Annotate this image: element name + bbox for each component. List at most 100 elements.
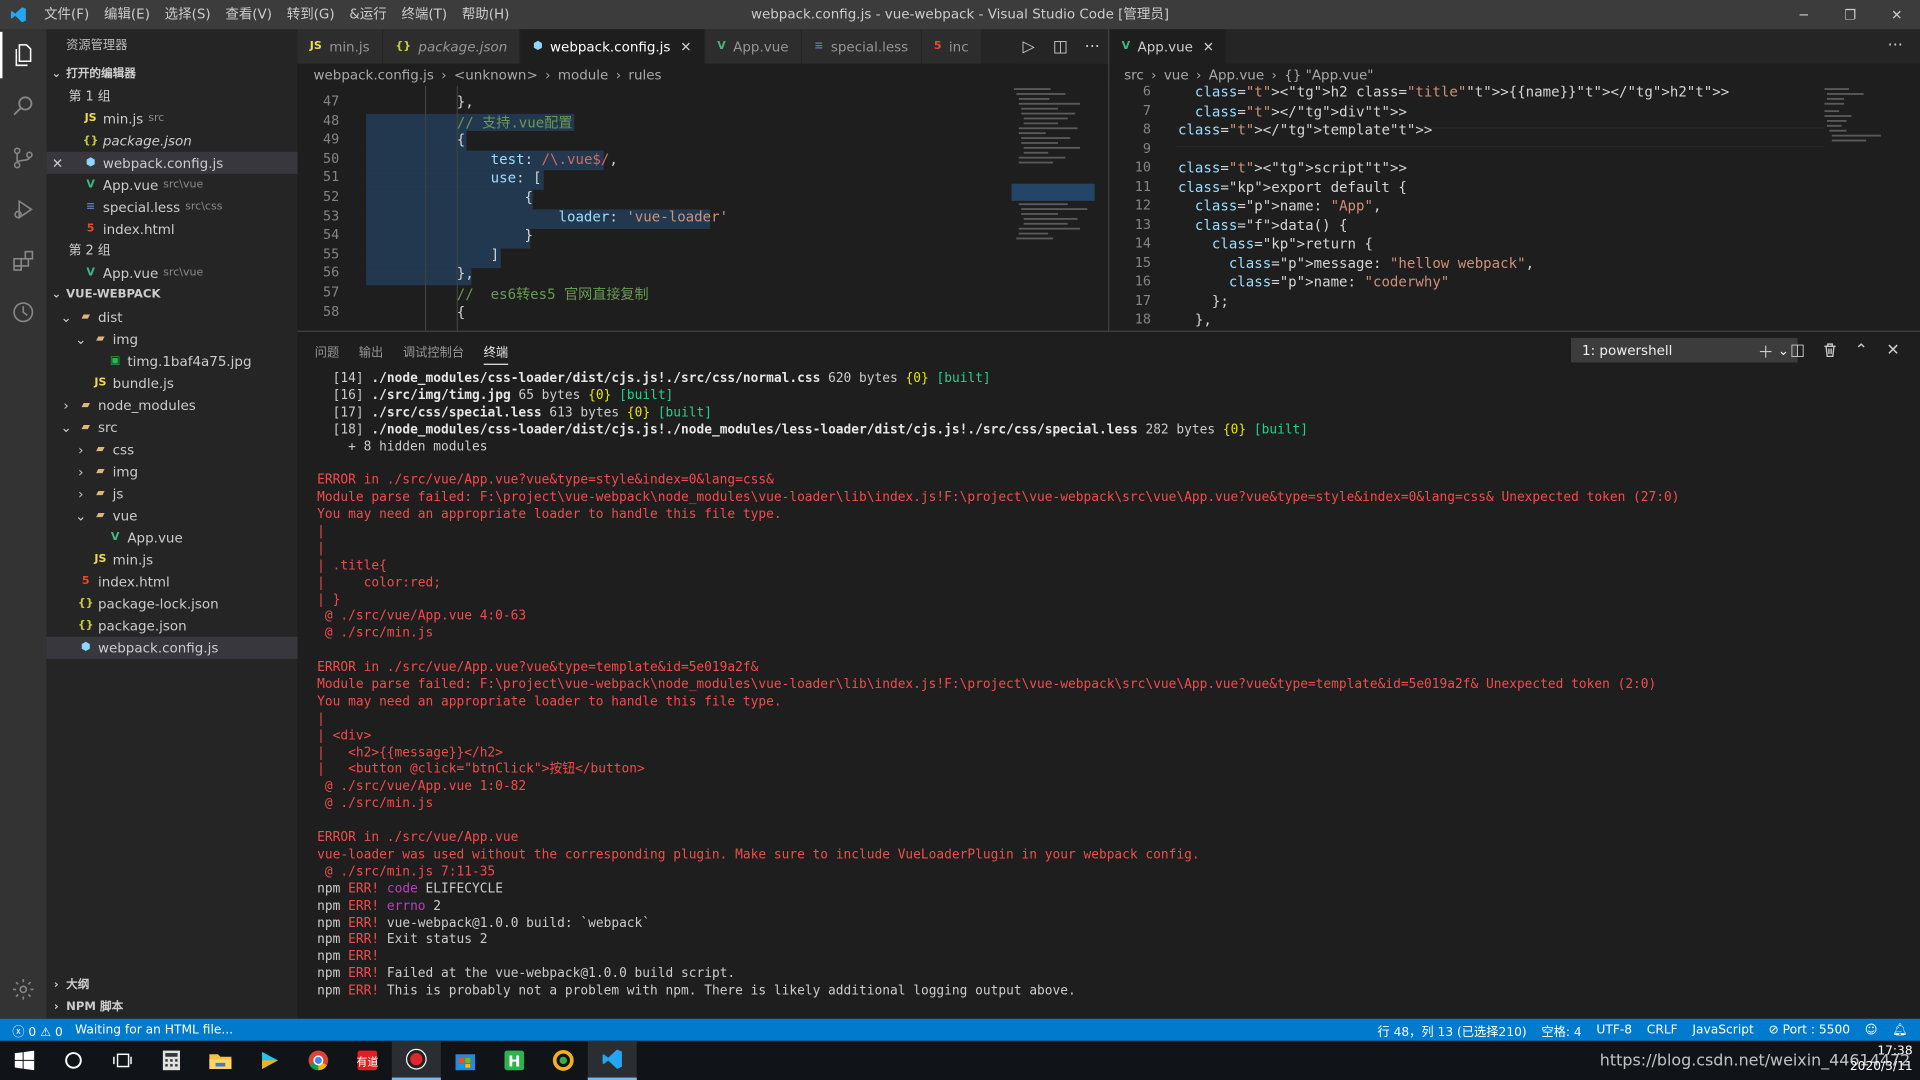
breadcrumb-item[interactable]: App.vue: [1209, 67, 1264, 83]
editor-tab[interactable]: {} package.json: [383, 29, 521, 64]
tree-item[interactable]: › ▰ js: [47, 482, 298, 504]
breadcrumb-item[interactable]: vue: [1164, 67, 1189, 83]
open-editor-item[interactable]: ✕ ⬢ webpack.config.js: [46, 151, 298, 174]
indentation[interactable]: 空格: 4: [1541, 1021, 1581, 1039]
editor-tab[interactable]: 5 inc: [921, 29, 983, 64]
close-window-icon[interactable]: ✕: [1873, 0, 1920, 29]
menu-item[interactable]: 编辑(E): [97, 0, 158, 29]
close-tab-icon[interactable]: ✕: [1203, 39, 1214, 55]
project-header[interactable]: ⌄ VUE-WEBPACK: [47, 284, 298, 306]
timeline-icon[interactable]: [0, 289, 47, 336]
code-editor-right[interactable]: 6 class="t"><"tg">h2 class="title""t">>{…: [1109, 85, 1920, 331]
maximize-panel-icon[interactable]: ⌃: [1845, 338, 1877, 362]
minimap-right[interactable]: [1822, 86, 1895, 147]
vscode-taskbar-icon[interactable]: [587, 1040, 637, 1080]
source-control-icon[interactable]: [0, 135, 47, 182]
menu-item[interactable]: 帮助(H): [454, 0, 516, 29]
cursor-position[interactable]: 行 48，列 13 (已选择210): [1377, 1021, 1526, 1039]
new-terminal-icon[interactable]: ＋: [1750, 338, 1782, 362]
tree-item[interactable]: › ▰ css: [47, 438, 298, 460]
menu-item[interactable]: &运行: [342, 0, 394, 29]
close-panel-icon[interactable]: ✕: [1877, 338, 1909, 362]
tree-item[interactable]: ⌄ ▰ dist: [47, 306, 298, 328]
more-actions-icon[interactable]: ···: [1888, 37, 1903, 55]
run-icon[interactable]: ▷: [1013, 37, 1045, 55]
youdao-icon[interactable]: 有道: [343, 1041, 392, 1080]
more-actions-icon[interactable]: ···: [1076, 37, 1108, 55]
windows-start-icon[interactable]: [0, 1041, 49, 1080]
encoding[interactable]: UTF-8: [1596, 1023, 1632, 1036]
settings-gear-icon[interactable]: [0, 966, 47, 1013]
tree-item[interactable]: ⌄ ▰ vue: [47, 504, 298, 526]
code-editor-left[interactable]: 47}, 48 // 支持.vue配置 49 {50 test: /\.vue$/, 51…: [297, 85, 1109, 331]
open-editor-item[interactable]: {} package.json: [47, 130, 298, 152]
media-player-icon[interactable]: [245, 1041, 294, 1080]
store-icon[interactable]: [441, 1041, 490, 1080]
screen-recorder-icon[interactable]: [391, 1040, 441, 1080]
editor-tab[interactable]: ⬢ webpack.config.js ✕: [520, 29, 706, 64]
task-view-icon[interactable]: [98, 1041, 147, 1080]
panel-tab[interactable]: 问题: [315, 342, 339, 365]
open-editors-header[interactable]: ⌄ 打开的编辑器: [47, 64, 298, 86]
tab-app-vue-right[interactable]: V App.vue ✕: [1109, 29, 1228, 64]
live-server-port[interactable]: ⊘ Port : 5500: [1769, 1023, 1851, 1036]
tree-item[interactable]: JS min.js: [47, 549, 298, 571]
editor-tab[interactable]: V App.vue: [705, 29, 803, 64]
editor-tab[interactable]: JS min.js: [297, 29, 384, 64]
panel-tab[interactable]: 终端: [483, 342, 509, 365]
notifications-bell-icon[interactable]: 🔔︎: [1892, 1023, 1908, 1036]
problems-indicator[interactable]: ⓧ 0 ⚠ 0: [12, 1021, 63, 1039]
tree-item[interactable]: › ▰ img: [47, 460, 298, 482]
panel-tab[interactable]: 调试控制台: [403, 342, 464, 365]
open-editor-item[interactable]: 5 index.html: [47, 218, 298, 240]
chrome-icon[interactable]: [294, 1041, 343, 1080]
extensions-icon[interactable]: [0, 238, 47, 285]
split-terminal-icon[interactable]: ◫: [1782, 338, 1814, 362]
editor-tab[interactable]: ≡ special.less: [802, 29, 922, 64]
tree-item[interactable]: {} package-lock.json: [47, 593, 298, 615]
breadcrumb-item[interactable]: <unknown>: [454, 67, 538, 83]
breadcrumb-item[interactable]: {} "App.vue": [1284, 67, 1373, 83]
breadcrumb-item[interactable]: src: [1124, 67, 1144, 83]
split-editor-icon[interactable]: ◫: [1044, 37, 1076, 55]
app-green-icon[interactable]: [539, 1041, 588, 1080]
close-tab-icon[interactable]: ✕: [680, 39, 691, 55]
explorer-icon[interactable]: [0, 31, 47, 79]
minimap-left[interactable]: [1011, 86, 1097, 245]
open-editor-item[interactable]: ≡ special.less src\css: [47, 196, 298, 218]
open-editor-item[interactable]: V App.vue src\vue: [47, 174, 298, 196]
npm-scripts-header[interactable]: › NPM 脚本: [47, 997, 298, 1019]
file-explorer-icon[interactable]: [196, 1041, 245, 1080]
hbuilder-icon[interactable]: H: [490, 1041, 539, 1080]
panel-tab[interactable]: 输出: [359, 342, 383, 365]
tree-item[interactable]: › ▰ node_modules: [47, 394, 298, 416]
breadcrumb-item[interactable]: module: [558, 67, 608, 83]
calculator-icon[interactable]: [147, 1041, 196, 1080]
menu-item[interactable]: 转到(G): [279, 0, 342, 29]
restore-icon[interactable]: ❐: [1827, 0, 1874, 29]
feedback-icon[interactable]: ☺: [1865, 1023, 1878, 1036]
tree-item[interactable]: JS bundle.js: [47, 372, 298, 394]
tree-item[interactable]: ▣ timg.1baf4a75.jpg: [47, 350, 298, 372]
minimize-icon[interactable]: ─: [1780, 0, 1827, 29]
outline-header[interactable]: › 大纲: [47, 975, 298, 997]
tree-item[interactable]: ⌄ ▰ src: [47, 416, 298, 438]
open-editor-item[interactable]: V App.vue src\vue: [47, 262, 298, 284]
tree-item[interactable]: 5 index.html: [47, 571, 298, 593]
menu-item[interactable]: 选择(S): [157, 0, 218, 29]
tree-item[interactable]: ⬢ webpack.config.js: [46, 636, 298, 659]
menu-item[interactable]: 文件(F): [37, 0, 97, 29]
trash-icon[interactable]: [1813, 338, 1845, 362]
breadcrumb-item[interactable]: webpack.config.js: [313, 67, 433, 83]
run-debug-icon[interactable]: [0, 186, 47, 233]
menu-item[interactable]: 终端(T): [394, 0, 454, 29]
breadcrumb-item[interactable]: rules: [628, 67, 661, 83]
terminal-output[interactable]: [14] ./node_modules/css-loader/dist/cjs.…: [317, 371, 1908, 1000]
open-editor-item[interactable]: JS min.js src: [47, 108, 298, 130]
cortana-circle-icon[interactable]: [49, 1041, 98, 1080]
tree-item[interactable]: V App.vue: [47, 527, 298, 549]
menu-item[interactable]: 查看(V): [218, 0, 279, 29]
tree-item[interactable]: ⌄ ▰ img: [47, 328, 298, 350]
search-icon[interactable]: [0, 83, 47, 130]
close-icon[interactable]: ✕: [52, 155, 63, 171]
